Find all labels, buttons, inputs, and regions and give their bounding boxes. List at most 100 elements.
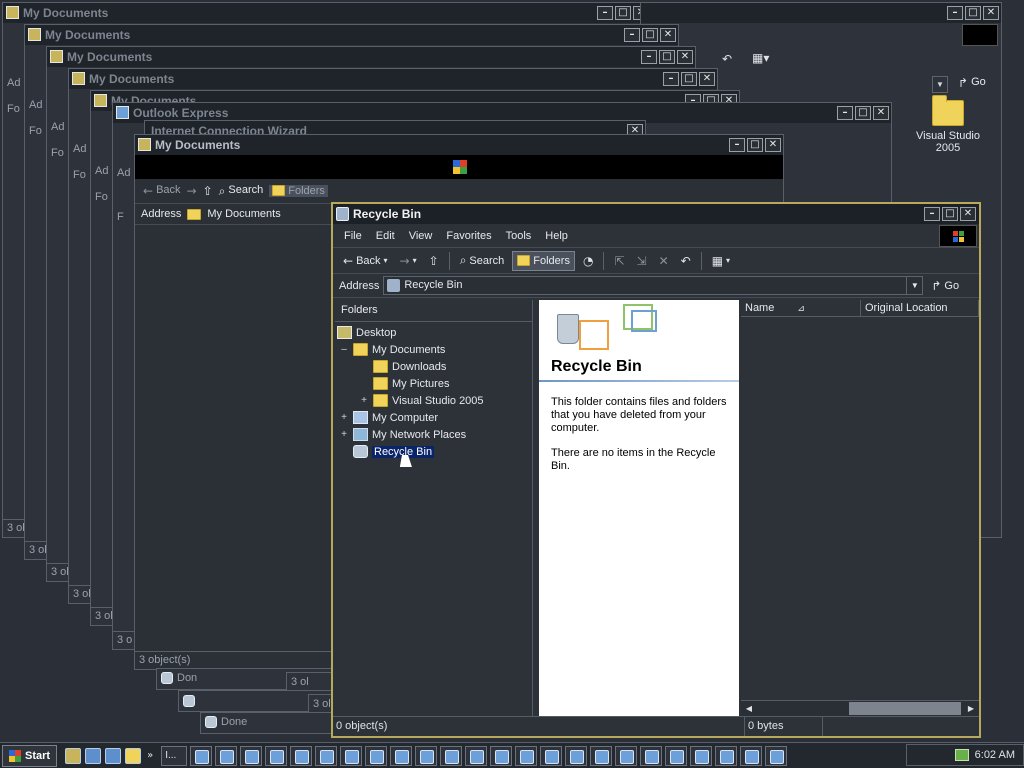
task-button[interactable] [340,745,363,766]
move-to-button[interactable]: ⇱ [610,251,628,271]
task-button[interactable] [640,745,663,766]
my-documents-icon[interactable] [125,747,142,764]
task-button[interactable] [490,745,513,766]
minimize-button[interactable]: – [624,28,640,42]
tree-item-desktop[interactable]: Desktop [337,324,396,341]
outlook-express-icon[interactable] [105,747,122,764]
go-button[interactable]: ↱ Go [958,76,986,90]
copy-to-button[interactable]: ⇲ [633,251,651,271]
window-fragment-done-2[interactable]: Done [200,712,338,734]
maximize-button[interactable]: □ [855,106,871,120]
task-button[interactable]: I... [161,745,188,766]
scroll-thumb[interactable] [849,702,961,715]
address-input[interactable]: Recycle Bin ▼ [383,276,924,295]
maximize-button[interactable]: □ [615,6,631,20]
task-button[interactable] [615,745,638,766]
tree-item-my-network-places[interactable]: + My Network Places [339,426,466,443]
internet-explorer-icon[interactable] [85,747,102,764]
window-recycle-bin[interactable]: Recycle Bin – □ ✕ File Edit View Favorit… [331,202,981,738]
horizontal-scrollbar[interactable]: ◀ ▶ [741,700,979,716]
tree-item-my-documents[interactable]: – My Documents [339,341,445,358]
tree-item-visual-studio[interactable]: + Visual Studio 2005 [359,392,484,409]
task-button[interactable] [740,745,763,766]
expand-icon[interactable]: + [339,429,349,440]
task-button[interactable] [465,745,488,766]
scroll-right-icon[interactable]: ▶ [964,702,978,715]
task-button[interactable] [565,745,588,766]
delete-button[interactable]: ✕ [655,251,673,271]
address-dropdown[interactable]: ▼ [932,76,948,93]
title-bar[interactable]: Recycle Bin – □ ✕ [333,204,979,224]
search-button[interactable]: ⌕ Search [219,184,264,199]
show-desktop-icon[interactable] [65,747,82,764]
minimize-button[interactable]: – [837,106,853,120]
task-button[interactable] [390,745,413,766]
search-button[interactable]: ⌕ Search [456,251,509,271]
minimize-button[interactable]: – [597,6,613,20]
history-button[interactable]: ◔ [579,251,597,271]
task-button[interactable] [240,745,263,766]
close-button[interactable]: ✕ [873,106,889,120]
task-button[interactable] [590,745,613,766]
collapse-icon[interactable]: – [339,344,349,355]
desktop-icon-visual-studio[interactable]: Visual Studio 2005 [912,95,984,154]
views-icon[interactable]: ▦▾ [752,51,769,65]
task-button[interactable] [515,745,538,766]
task-button[interactable] [265,745,288,766]
go-button[interactable]: ↱ Go [931,279,959,293]
task-button[interactable] [215,745,238,766]
minimize-button[interactable]: – [729,138,745,152]
close-button[interactable]: ✕ [765,138,781,152]
forward-button[interactable]: → ▾ [396,251,421,271]
close-button[interactable]: ✕ [660,28,676,42]
menu-help[interactable]: Help [538,230,575,242]
start-button[interactable]: Start [2,744,58,767]
back-button[interactable]: ← Back [143,184,181,198]
task-button[interactable] [415,745,438,766]
more-icon[interactable]: » [147,750,153,761]
up-folder-icon[interactable]: ⇧ [203,184,213,198]
clock[interactable]: 6:02 AM [975,749,1015,761]
undo-button[interactable]: ↶ [677,251,695,271]
folders-button[interactable]: Folders [512,250,575,271]
task-button[interactable] [765,745,788,766]
folders-button[interactable]: Folders [269,185,328,197]
task-button[interactable] [690,745,713,766]
menu-edit[interactable]: Edit [369,230,402,242]
expand-icon[interactable]: + [339,412,349,423]
network-tray-icon[interactable] [954,749,969,761]
menu-file[interactable]: File [337,230,369,242]
task-button[interactable] [665,745,688,766]
maximize-button[interactable]: □ [659,50,675,64]
close-button[interactable]: ✕ [960,207,976,221]
task-button[interactable] [315,745,338,766]
task-button[interactable] [190,745,213,766]
task-button[interactable] [290,745,313,766]
chevron-down-icon[interactable]: ▼ [906,277,922,294]
menu-view[interactable]: View [402,230,440,242]
minimize-button[interactable]: – [641,50,657,64]
task-button[interactable] [440,745,463,766]
column-header-name[interactable]: Name ⊿ [741,300,861,317]
tree-item-my-pictures[interactable]: My Pictures [373,375,449,392]
tree-item-recycle-bin[interactable]: Recycle Bin [353,443,435,460]
minimize-button[interactable]: – [947,6,963,20]
task-button[interactable] [540,745,563,766]
minimize-button[interactable]: – [924,207,940,221]
back-button[interactable]: ← Back ▾ [339,251,392,271]
maximize-button[interactable]: □ [642,28,658,42]
close-button[interactable]: ✕ [677,50,693,64]
address-value[interactable]: My Documents [207,208,280,220]
file-list[interactable]: Name ⊿ Original Location ◀ ▶ [741,300,979,716]
tree-item-my-computer[interactable]: + My Computer [339,409,438,426]
maximize-button[interactable]: □ [681,72,697,86]
minimize-button[interactable]: – [663,72,679,86]
task-button[interactable] [365,745,388,766]
task-button[interactable] [715,745,738,766]
undo-icon[interactable]: ↶ [722,52,732,66]
up-button[interactable]: ⇧ [425,251,443,271]
forward-arrow-icon[interactable]: → [187,184,197,198]
expand-icon[interactable]: + [359,395,369,406]
menu-tools[interactable]: Tools [499,230,539,242]
menu-favorites[interactable]: Favorites [439,230,498,242]
